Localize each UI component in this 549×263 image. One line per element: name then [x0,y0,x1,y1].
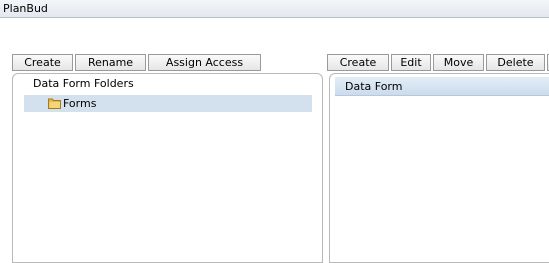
assign-access-button[interactable]: Assign Access [148,54,261,71]
folder-icon [48,98,61,109]
forms-panel: Data Form [329,73,549,263]
create-form-button[interactable]: Create [327,54,389,71]
edit-form-button[interactable]: Edit [391,54,431,71]
folders-panel-heading: Data Form Folders [33,77,134,90]
title-bar: PlanBud [0,0,549,18]
tree-item-forms[interactable]: Forms [24,95,312,112]
data-form-column-header[interactable]: Data Form [335,77,549,96]
folders-toolbar: Create Rename Assign Access [12,54,263,71]
tree-item-label: Forms [63,97,97,110]
column-header-label: Data Form [345,80,403,93]
window-title: PlanBud [3,2,48,15]
create-folder-button[interactable]: Create [12,54,73,71]
forms-toolbar: Create Edit Move Delete [327,54,549,71]
delete-form-button[interactable]: Delete [486,54,545,71]
folders-panel: Data Form Folders Forms [12,73,323,263]
rename-folder-button[interactable]: Rename [75,54,146,71]
move-form-button[interactable]: Move [433,54,484,71]
